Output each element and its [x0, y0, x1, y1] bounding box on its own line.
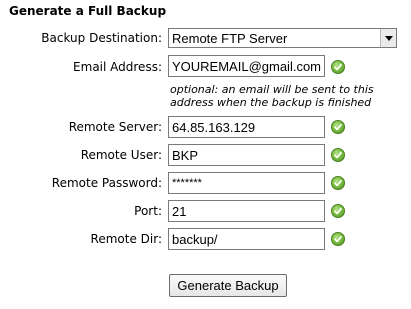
remote-dir-valid-check-icon	[331, 232, 345, 246]
email-note-line-2: address when the backup is finished	[170, 96, 372, 109]
email-note: optional: an email will be sent to this …	[170, 83, 374, 109]
generate-backup-button[interactable]: Generate Backup	[169, 274, 287, 297]
remote-user-label: Remote User:	[80, 148, 162, 162]
remote-user-value: BKP	[172, 148, 199, 163]
remote-server-valid-check-icon	[331, 120, 345, 134]
remote-dir-field[interactable]: backup/	[168, 228, 325, 250]
remote-password-field[interactable]: *******	[168, 172, 325, 194]
backup-destination-select[interactable]: Remote FTP Server	[168, 28, 397, 48]
remote-password-value: *******	[172, 177, 202, 189]
email-valid-check-icon	[331, 60, 345, 74]
email-address-label: Email Address:	[73, 60, 162, 74]
email-address-value: YOUREMAIL@gmail.com	[172, 59, 322, 74]
port-valid-check-icon	[331, 204, 345, 218]
remote-password-valid-check-icon	[331, 176, 345, 190]
backup-destination-value: Remote FTP Server	[172, 31, 288, 46]
page-title: Generate a Full Backup	[9, 4, 167, 18]
port-label: Port:	[134, 204, 162, 218]
remote-dir-label: Remote Dir:	[90, 232, 162, 246]
remote-server-value: 64.85.163.129	[172, 120, 256, 135]
remote-password-label: Remote Password:	[51, 176, 162, 190]
dropdown-arrow-button[interactable]	[380, 29, 396, 47]
remote-dir-value: backup/	[172, 232, 218, 247]
remote-server-label: Remote Server:	[68, 120, 162, 134]
port-field[interactable]: 21	[168, 200, 325, 222]
chevron-down-icon	[385, 36, 393, 41]
port-value: 21	[172, 204, 187, 219]
remote-user-valid-check-icon	[331, 148, 345, 162]
backup-destination-label: Backup Destination:	[41, 31, 162, 45]
remote-user-field[interactable]: BKP	[168, 144, 325, 166]
email-note-line-1: optional: an email will be sent to this	[170, 83, 374, 96]
remote-server-field[interactable]: 64.85.163.129	[168, 116, 325, 138]
email-address-field[interactable]: YOUREMAIL@gmail.com	[168, 55, 325, 77]
